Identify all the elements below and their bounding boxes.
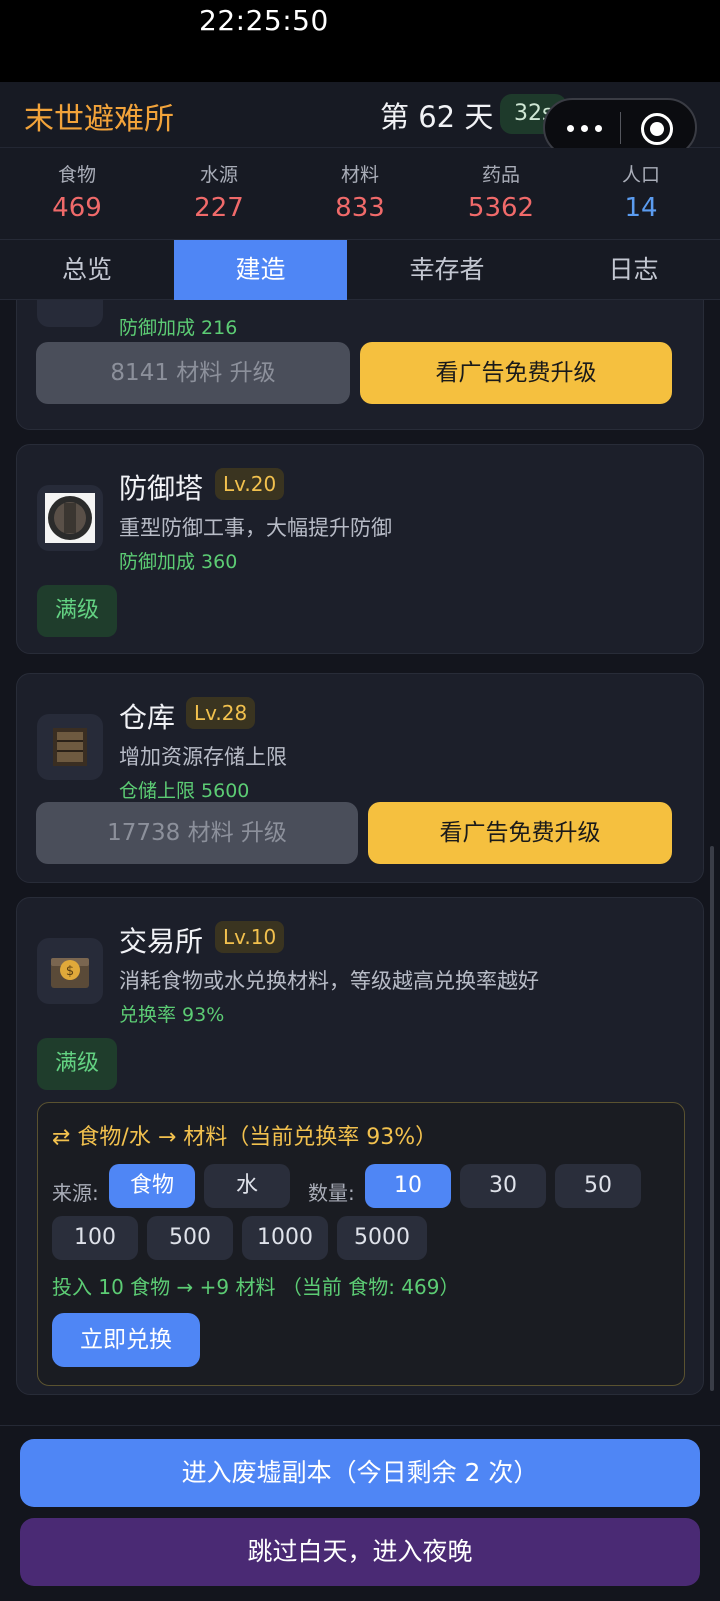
quantity-option[interactable]: 1000 <box>242 1216 328 1260</box>
building-stat: 防御加成 360 <box>119 551 238 573</box>
resource-population: 人口 14 <box>586 160 696 223</box>
building-stat: 兑换率 93% <box>119 1004 225 1026</box>
resource-label: 药品 <box>481 164 520 186</box>
building-stat: 防御加成 216 <box>119 317 238 339</box>
tab-survivors[interactable]: 幸存者 <box>347 240 547 300</box>
upgrade-button[interactable]: 17738 材料 升级 <box>36 802 358 864</box>
building-card-defense-tower: 防御塔 Lv.20 重型防御工事，大幅提升防御 防御加成 360 满级 <box>16 444 704 654</box>
quantity-option[interactable]: 50 <box>555 1164 641 1208</box>
resource-water: 水源 227 <box>164 160 274 223</box>
building-name: 仓库 <box>119 701 176 734</box>
tab-overview[interactable]: 总览 <box>0 240 174 300</box>
exchange-preview: 投入 10 食物 → +9 材料 （当前 食物: 469） <box>52 1275 460 1299</box>
level-badge: Lv.10 <box>215 921 285 953</box>
svg-text:$: $ <box>66 964 74 979</box>
resource-medicine: 药品 5362 <box>446 160 556 223</box>
tab-bar: 总览 建造 幸存者 日志 <box>0 240 720 300</box>
resource-value: 469 <box>52 193 102 223</box>
building-name: 防御塔 <box>119 472 204 505</box>
quantity-option[interactable]: 5000 <box>337 1216 427 1260</box>
resource-materials: 材料 833 <box>305 160 415 223</box>
building-description: 消耗食物或水兑换材料，等级越高兑换率越好 <box>119 969 539 993</box>
resource-label: 水源 <box>199 164 238 186</box>
footer-actions: 进入废墟副本（今日剩余 2 次） 跳过白天，进入夜晚 <box>0 1425 720 1601</box>
exchange-panel: ⇄ 食物/水 → 材料（当前兑换率 93%） 来源: 食物 水 数量: 10 3… <box>37 1102 685 1386</box>
quantity-option[interactable]: 30 <box>460 1164 546 1208</box>
resource-label: 食物 <box>57 164 96 186</box>
resource-value: 833 <box>335 193 385 223</box>
resource-value: 14 <box>624 193 658 223</box>
quantity-option[interactable]: 500 <box>147 1216 233 1260</box>
skip-day-button[interactable]: 跳过白天，进入夜晚 <box>20 1518 700 1586</box>
warehouse-icon <box>37 714 103 780</box>
resource-label: 材料 <box>340 164 379 186</box>
quantity-option[interactable]: 10 <box>365 1164 451 1208</box>
app-title: 末世避难所 <box>24 102 174 137</box>
building-stat: 仓储上限 5600 <box>119 780 250 802</box>
exchange-confirm-button[interactable]: 立即兑换 <box>52 1313 200 1367</box>
upgrade-button[interactable]: 8141 材料 升级 <box>36 342 350 404</box>
status-time: 22:25:50 <box>199 4 329 37</box>
max-level-badge: 满级 <box>37 1038 117 1090</box>
exchange-title: ⇄ 食物/水 → 材料（当前兑换率 93%） <box>52 1125 438 1150</box>
quantity-option[interactable]: 100 <box>52 1216 138 1260</box>
max-level-badge: 满级 <box>37 585 117 637</box>
status-bar: 22:25:50 <box>0 0 720 82</box>
level-badge: Lv.20 <box>215 468 285 500</box>
quantity-label: 数量: <box>308 1181 355 1205</box>
level-badge: Lv.28 <box>186 697 256 729</box>
day-counter: 第 62 天 <box>380 100 494 134</box>
resource-label: 人口 <box>621 164 660 186</box>
scrollbar[interactable] <box>710 846 714 1391</box>
exchange-icon: $ <box>37 938 103 1004</box>
building-description: 增加资源存储上限 <box>119 745 287 769</box>
resource-food: 食物 469 <box>22 160 132 223</box>
tab-build[interactable]: 建造 <box>174 240 347 300</box>
building-card-warehouse: 仓库 Lv.28 增加资源存储上限 仓储上限 5600 17738 材料 升级 … <box>16 673 704 883</box>
ad-upgrade-button[interactable]: 看广告免费升级 <box>368 802 672 864</box>
enter-ruins-button[interactable]: 进入废墟副本（今日剩余 2 次） <box>20 1439 700 1507</box>
source-option-water[interactable]: 水 <box>204 1164 290 1208</box>
more-icon[interactable] <box>565 116 605 140</box>
resource-value: 227 <box>194 193 244 223</box>
source-option-food[interactable]: 食物 <box>109 1164 195 1208</box>
defense-tower-icon <box>37 485 103 551</box>
building-card-exchange: $ 交易所 Lv.10 消耗食物或水兑换材料，等级越高兑换率越好 兑换率 93%… <box>16 897 704 1395</box>
capsule-divider <box>620 112 621 144</box>
close-target-icon[interactable] <box>641 113 673 145</box>
building-description: 重型防御工事，大幅提升防御 <box>119 516 392 540</box>
building-icon <box>37 300 103 327</box>
source-label: 来源: <box>52 1181 99 1205</box>
ad-upgrade-button[interactable]: 看广告免费升级 <box>360 342 672 404</box>
building-name: 交易所 <box>119 925 204 958</box>
resource-bar: 食物 469 水源 227 材料 833 药品 5362 人口 14 <box>0 148 720 240</box>
building-card-partial: 防御加成 216 8141 材料 升级 看广告免费升级 <box>16 300 704 430</box>
tab-log[interactable]: 日志 <box>547 240 720 300</box>
resource-value: 5362 <box>467 193 535 223</box>
build-list[interactable]: 防御加成 216 8141 材料 升级 看广告免费升级 防御塔 Lv.20 重型… <box>0 300 720 1425</box>
